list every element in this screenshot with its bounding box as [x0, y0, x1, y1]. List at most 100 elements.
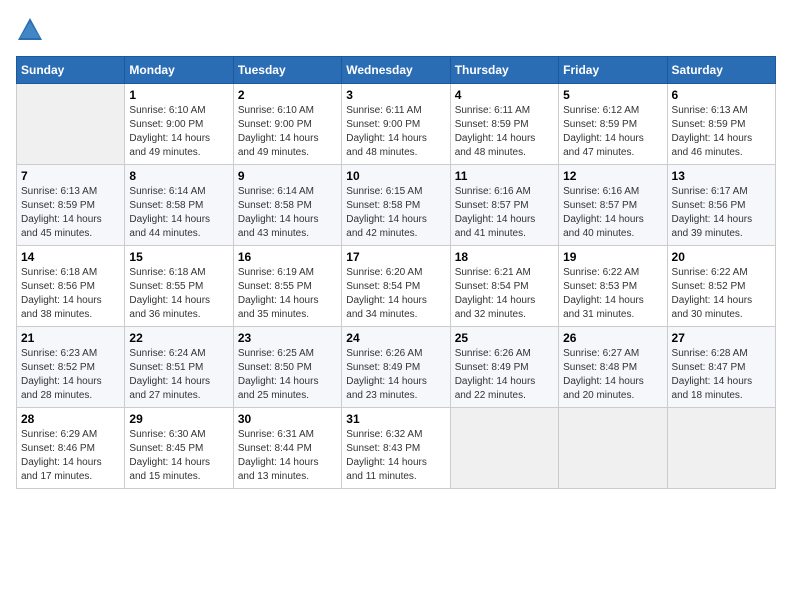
- day-number: 2: [238, 88, 337, 102]
- day-number: 31: [346, 412, 445, 426]
- calendar-cell: 22 Sunrise: 6:24 AM Sunset: 8:51 PM Dayli…: [125, 327, 233, 408]
- calendar-cell: [450, 408, 558, 489]
- calendar-week-row: 14 Sunrise: 6:18 AM Sunset: 8:56 PM Dayli…: [17, 246, 776, 327]
- logo: [16, 16, 48, 44]
- day-number: 28: [21, 412, 120, 426]
- day-info: Sunrise: 6:15 AM Sunset: 8:58 PM Dayligh…: [346, 185, 445, 241]
- day-info: Sunrise: 6:22 AM Sunset: 8:53 PM Dayligh…: [563, 266, 662, 322]
- day-info: Sunrise: 6:26 AM Sunset: 8:49 PM Dayligh…: [455, 347, 554, 403]
- calendar-cell: 21 Sunrise: 6:23 AM Sunset: 8:52 PM Dayli…: [17, 327, 125, 408]
- calendar-cell: 5 Sunrise: 6:12 AM Sunset: 8:59 PM Daylig…: [559, 84, 667, 165]
- calendar-cell: 25 Sunrise: 6:26 AM Sunset: 8:49 PM Dayli…: [450, 327, 558, 408]
- calendar-cell: 28 Sunrise: 6:29 AM Sunset: 8:46 PM Dayli…: [17, 408, 125, 489]
- day-number: 20: [672, 250, 771, 264]
- day-info: Sunrise: 6:10 AM Sunset: 9:00 PM Dayligh…: [238, 104, 337, 160]
- day-info: Sunrise: 6:18 AM Sunset: 8:55 PM Dayligh…: [129, 266, 228, 322]
- day-number: 14: [21, 250, 120, 264]
- calendar-cell: 23 Sunrise: 6:25 AM Sunset: 8:50 PM Dayli…: [233, 327, 341, 408]
- day-number: 5: [563, 88, 662, 102]
- calendar-cell: 12 Sunrise: 6:16 AM Sunset: 8:57 PM Dayli…: [559, 165, 667, 246]
- calendar-cell: 6 Sunrise: 6:13 AM Sunset: 8:59 PM Daylig…: [667, 84, 775, 165]
- day-number: 9: [238, 169, 337, 183]
- day-number: 17: [346, 250, 445, 264]
- calendar-cell: [17, 84, 125, 165]
- logo-icon: [16, 16, 44, 44]
- day-number: 29: [129, 412, 228, 426]
- day-number: 4: [455, 88, 554, 102]
- calendar-week-row: 1 Sunrise: 6:10 AM Sunset: 9:00 PM Daylig…: [17, 84, 776, 165]
- calendar-cell: 20 Sunrise: 6:22 AM Sunset: 8:52 PM Dayli…: [667, 246, 775, 327]
- day-info: Sunrise: 6:16 AM Sunset: 8:57 PM Dayligh…: [455, 185, 554, 241]
- day-info: Sunrise: 6:25 AM Sunset: 8:50 PM Dayligh…: [238, 347, 337, 403]
- day-number: 23: [238, 331, 337, 345]
- day-number: 19: [563, 250, 662, 264]
- day-info: Sunrise: 6:24 AM Sunset: 8:51 PM Dayligh…: [129, 347, 228, 403]
- day-info: Sunrise: 6:10 AM Sunset: 9:00 PM Dayligh…: [129, 104, 228, 160]
- header-monday: Monday: [125, 57, 233, 84]
- day-number: 6: [672, 88, 771, 102]
- day-number: 24: [346, 331, 445, 345]
- calendar-week-row: 21 Sunrise: 6:23 AM Sunset: 8:52 PM Dayli…: [17, 327, 776, 408]
- day-info: Sunrise: 6:16 AM Sunset: 8:57 PM Dayligh…: [563, 185, 662, 241]
- calendar-cell: 2 Sunrise: 6:10 AM Sunset: 9:00 PM Daylig…: [233, 84, 341, 165]
- day-number: 27: [672, 331, 771, 345]
- day-number: 22: [129, 331, 228, 345]
- day-number: 26: [563, 331, 662, 345]
- day-number: 25: [455, 331, 554, 345]
- day-info: Sunrise: 6:26 AM Sunset: 8:49 PM Dayligh…: [346, 347, 445, 403]
- calendar-cell: 16 Sunrise: 6:19 AM Sunset: 8:55 PM Dayli…: [233, 246, 341, 327]
- day-number: 11: [455, 169, 554, 183]
- calendar-cell: 4 Sunrise: 6:11 AM Sunset: 8:59 PM Daylig…: [450, 84, 558, 165]
- day-info: Sunrise: 6:27 AM Sunset: 8:48 PM Dayligh…: [563, 347, 662, 403]
- day-info: Sunrise: 6:23 AM Sunset: 8:52 PM Dayligh…: [21, 347, 120, 403]
- day-number: 13: [672, 169, 771, 183]
- calendar-cell: 30 Sunrise: 6:31 AM Sunset: 8:44 PM Dayli…: [233, 408, 341, 489]
- day-number: 10: [346, 169, 445, 183]
- calendar-cell: 11 Sunrise: 6:16 AM Sunset: 8:57 PM Dayli…: [450, 165, 558, 246]
- calendar-cell: 10 Sunrise: 6:15 AM Sunset: 8:58 PM Dayli…: [342, 165, 450, 246]
- day-number: 8: [129, 169, 228, 183]
- calendar-cell: 24 Sunrise: 6:26 AM Sunset: 8:49 PM Dayli…: [342, 327, 450, 408]
- header-saturday: Saturday: [667, 57, 775, 84]
- calendar-cell: 3 Sunrise: 6:11 AM Sunset: 9:00 PM Daylig…: [342, 84, 450, 165]
- day-number: 30: [238, 412, 337, 426]
- calendar-cell: 17 Sunrise: 6:20 AM Sunset: 8:54 PM Dayli…: [342, 246, 450, 327]
- header-friday: Friday: [559, 57, 667, 84]
- day-info: Sunrise: 6:29 AM Sunset: 8:46 PM Dayligh…: [21, 428, 120, 484]
- calendar-cell: 27Sunrise: 6:28 AM Sunset: 8:47 PM Dayli…: [667, 327, 775, 408]
- day-number: 15: [129, 250, 228, 264]
- day-info: Sunrise: 6:31 AM Sunset: 8:44 PM Dayligh…: [238, 428, 337, 484]
- day-info: Sunrise: 6:14 AM Sunset: 8:58 PM Dayligh…: [238, 185, 337, 241]
- calendar-table: SundayMondayTuesdayWednesdayThursdayFrid…: [16, 56, 776, 489]
- day-info: Sunrise: 6:20 AM Sunset: 8:54 PM Dayligh…: [346, 266, 445, 322]
- day-info: Sunrise: 6:17 AM Sunset: 8:56 PM Dayligh…: [672, 185, 771, 241]
- day-number: 7: [21, 169, 120, 183]
- day-info: Sunrise: 6:11 AM Sunset: 8:59 PM Dayligh…: [455, 104, 554, 160]
- day-info: Sunrise: 6:12 AM Sunset: 8:59 PM Dayligh…: [563, 104, 662, 160]
- header-wednesday: Wednesday: [342, 57, 450, 84]
- calendar-cell: 14 Sunrise: 6:18 AM Sunset: 8:56 PM Dayli…: [17, 246, 125, 327]
- header-sunday: Sunday: [17, 57, 125, 84]
- day-info: Sunrise: 6:32 AM Sunset: 8:43 PM Dayligh…: [346, 428, 445, 484]
- day-number: 12: [563, 169, 662, 183]
- day-number: 16: [238, 250, 337, 264]
- day-info: Sunrise: 6:11 AM Sunset: 9:00 PM Dayligh…: [346, 104, 445, 160]
- calendar-cell: 1 Sunrise: 6:10 AM Sunset: 9:00 PM Daylig…: [125, 84, 233, 165]
- day-number: 3: [346, 88, 445, 102]
- day-info: Sunrise: 6:13 AM Sunset: 8:59 PM Dayligh…: [21, 185, 120, 241]
- day-info: Sunrise: 6:13 AM Sunset: 8:59 PM Dayligh…: [672, 104, 771, 160]
- calendar-cell: [559, 408, 667, 489]
- calendar-cell: 15 Sunrise: 6:18 AM Sunset: 8:55 PM Dayli…: [125, 246, 233, 327]
- day-number: 21: [21, 331, 120, 345]
- calendar-header-row: SundayMondayTuesdayWednesdayThursdayFrid…: [17, 57, 776, 84]
- day-info: Sunrise: 6:18 AM Sunset: 8:56 PM Dayligh…: [21, 266, 120, 322]
- calendar-week-row: 7 Sunrise: 6:13 AM Sunset: 8:59 PM Daylig…: [17, 165, 776, 246]
- day-info: Sunrise: 6:19 AM Sunset: 8:55 PM Dayligh…: [238, 266, 337, 322]
- header: [16, 16, 776, 44]
- day-number: 1: [129, 88, 228, 102]
- calendar-cell: 19 Sunrise: 6:22 AM Sunset: 8:53 PM Dayli…: [559, 246, 667, 327]
- header-thursday: Thursday: [450, 57, 558, 84]
- day-number: 18: [455, 250, 554, 264]
- day-info: Sunrise: 6:22 AM Sunset: 8:52 PM Dayligh…: [672, 266, 771, 322]
- calendar-cell: 31 Sunrise: 6:32 AM Sunset: 8:43 PM Dayli…: [342, 408, 450, 489]
